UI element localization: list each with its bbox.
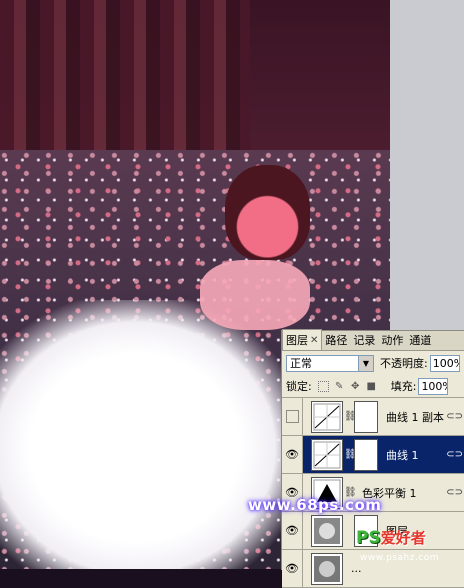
- opacity-input[interactable]: 100%: [429, 354, 460, 372]
- lock-brush-icon[interactable]: ✎: [334, 381, 345, 392]
- tab-history-label: 记录: [353, 334, 376, 347]
- layer-row-selected[interactable]: 👁 ⛓ 曲线 1 ⊂⊃: [282, 436, 464, 474]
- layer-mask[interactable]: [354, 438, 378, 471]
- tab-actions[interactable]: 动作: [378, 330, 406, 350]
- tab-history[interactable]: 记录: [350, 330, 378, 350]
- layer-name: 曲线 1: [386, 448, 419, 462]
- hidden-box-icon: [285, 410, 299, 423]
- lock-label: 锁定:: [286, 380, 312, 393]
- link-icon: ⛓: [344, 411, 357, 422]
- layer-name: 曲线 1 副本: [386, 410, 444, 424]
- watermark-sub: www.psahz.com: [360, 553, 440, 563]
- watermark-url: www.68ps.com: [248, 496, 382, 514]
- tab-paths[interactable]: 路径: [322, 330, 350, 350]
- fill-input[interactable]: 100%: [418, 377, 449, 395]
- eye-icon: 👁: [285, 524, 299, 537]
- blend-mode-select[interactable]: 正常 ▼: [286, 354, 374, 372]
- arms: [200, 260, 310, 330]
- layer-row[interactable]: ⛓ 曲线 1 副本 ⊂⊃: [282, 398, 464, 436]
- curves-icon: [311, 438, 343, 471]
- lock-move-icon[interactable]: ✥: [350, 381, 361, 392]
- panel-tabs: 图层 ✕ 路径 记录 动作 通道: [282, 329, 464, 351]
- visibility-toggle[interactable]: 👁: [282, 436, 303, 473]
- tab-actions-label: 动作: [381, 334, 404, 347]
- lock-transparency-icon[interactable]: [317, 380, 329, 392]
- lock-all-icon[interactable]: ■: [366, 381, 377, 392]
- tab-channels[interactable]: 通道: [406, 330, 434, 350]
- curves-icon: [311, 400, 343, 433]
- eye-icon: 👁: [285, 448, 299, 461]
- link-icon: ⛓: [344, 449, 357, 460]
- white-dress: [0, 300, 300, 569]
- tab-layers-label: 图层: [286, 334, 308, 347]
- link-icon: ⊂⊃: [446, 449, 463, 460]
- logo-ps: PS: [356, 528, 381, 548]
- tab-layers[interactable]: 图层 ✕: [282, 329, 323, 350]
- close-icon[interactable]: ✕: [310, 335, 318, 346]
- link-icon: ⊂⊃: [446, 487, 463, 498]
- workspace-background: [390, 0, 464, 330]
- girl-head: [225, 165, 310, 260]
- lock-row: 锁定: ✎ ✥ ■ 填充: 100%: [282, 375, 464, 398]
- layer-icon: [311, 514, 343, 547]
- link-icon: ⊂⊃: [446, 411, 463, 422]
- visibility-toggle[interactable]: [282, 398, 303, 435]
- blend-mode-value: 正常: [290, 357, 312, 370]
- tab-paths-label: 路径: [325, 334, 348, 347]
- blend-row: 正常 ▼ 不透明度: 100%: [282, 351, 464, 375]
- watermark-logo: PS爱好者: [356, 527, 426, 548]
- chevron-down-icon[interactable]: ▼: [358, 355, 373, 371]
- logo-cn: 爱好者: [380, 529, 426, 547]
- layer-mask[interactable]: [354, 400, 378, 433]
- fill-label: 填充:: [390, 380, 417, 393]
- visibility-toggle[interactable]: 👁: [282, 512, 303, 549]
- opacity-label: 不透明度:: [380, 357, 428, 370]
- tab-channels-label: 通道: [409, 334, 432, 347]
